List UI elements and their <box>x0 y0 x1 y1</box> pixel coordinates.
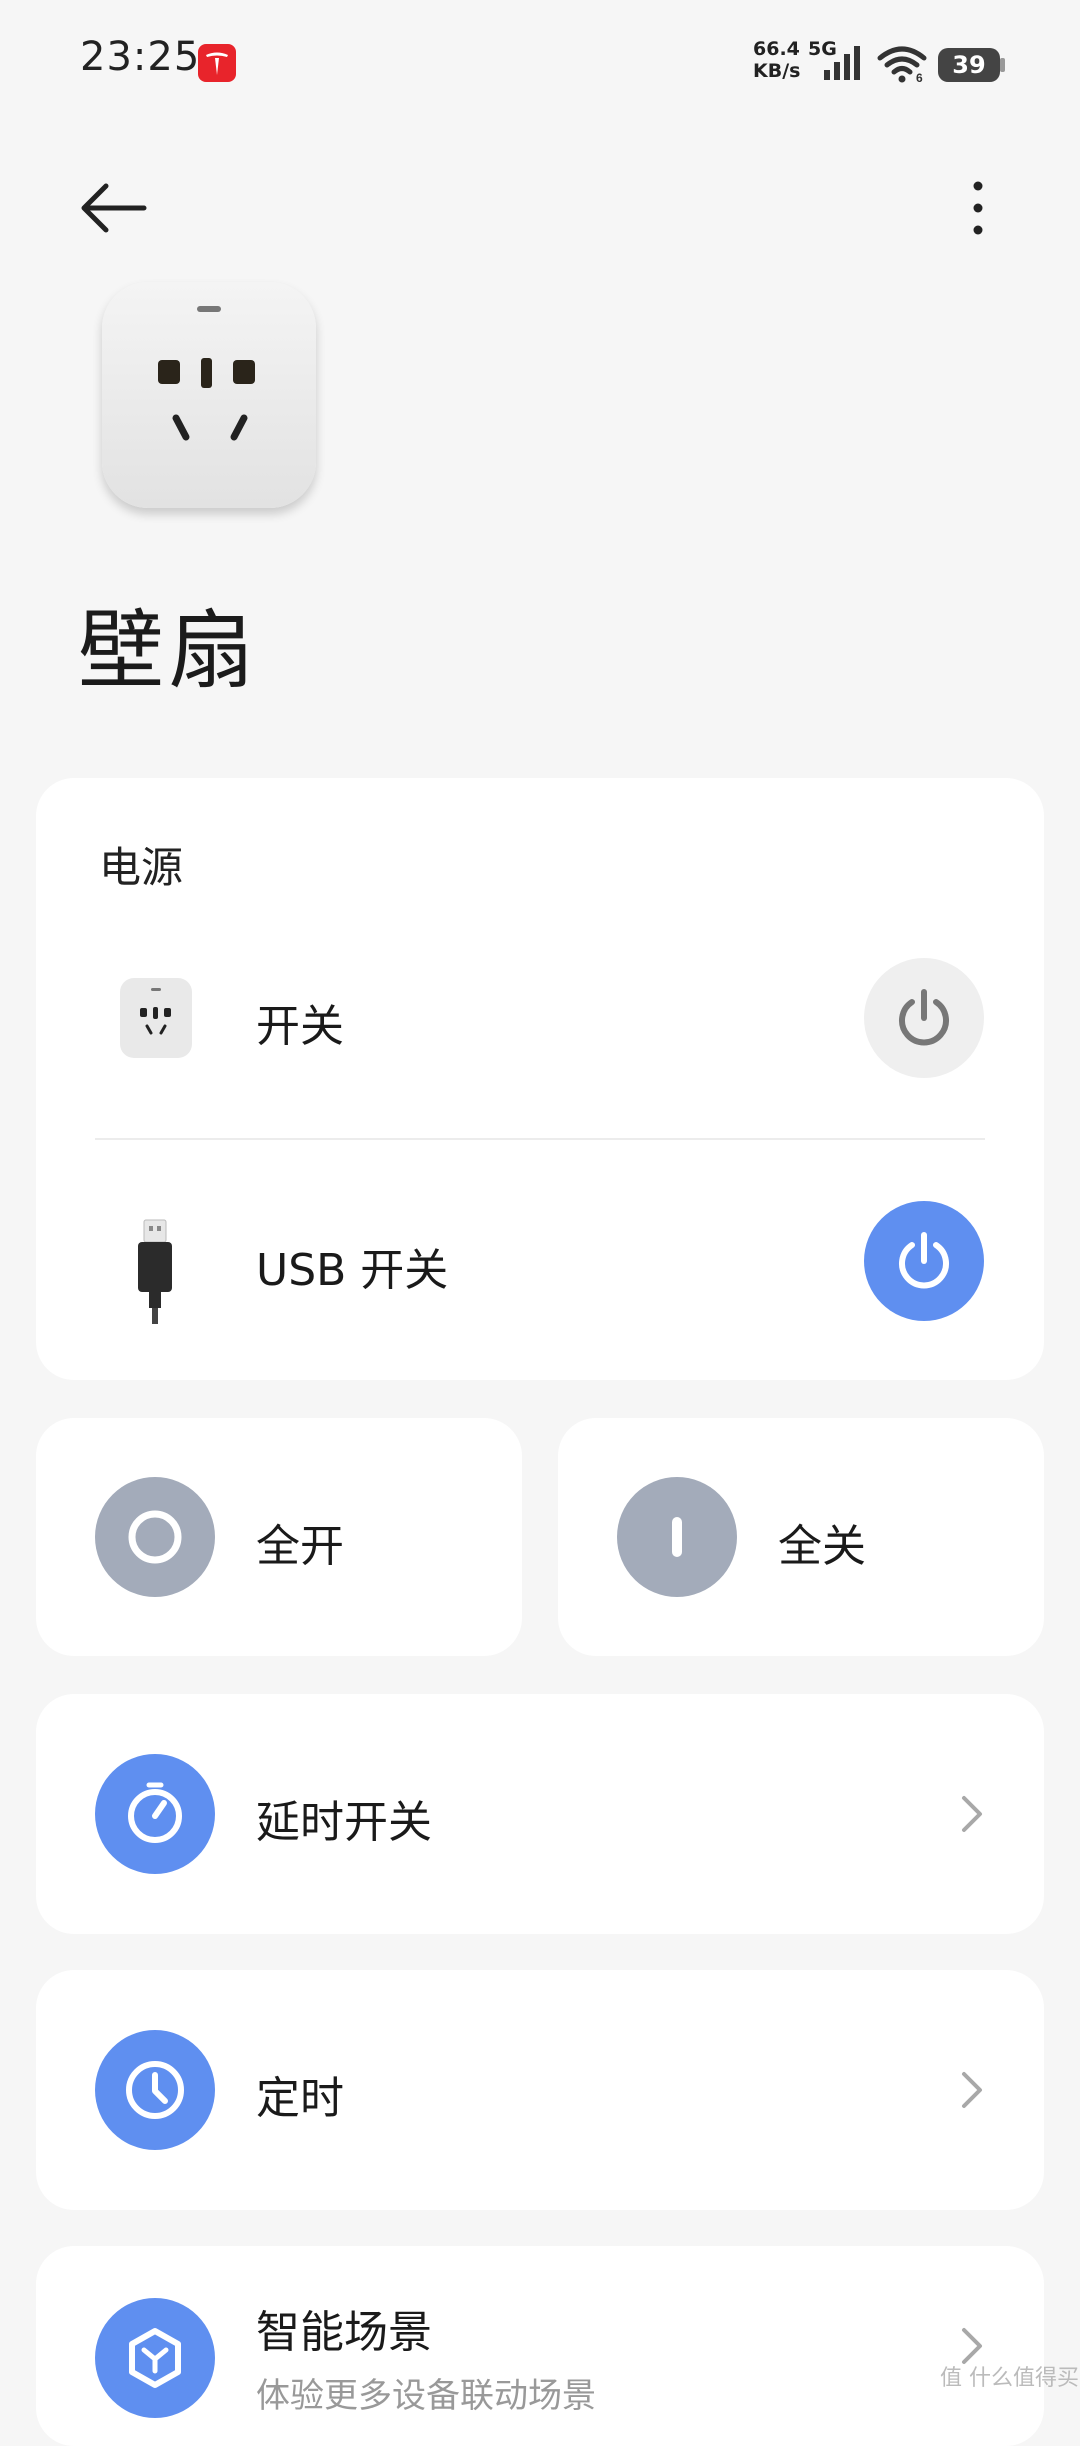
socket-icon <box>120 978 192 1058</box>
all-off-button[interactable]: 全关 <box>558 1418 1044 1656</box>
all-on-button[interactable]: 全开 <box>36 1418 522 1656</box>
more-vertical-icon[interactable] <box>960 176 996 240</box>
delay-label: 延时开关 <box>256 1797 432 1848</box>
wifi-icon: 6 <box>877 46 927 84</box>
tesla-app-icon <box>198 44 236 82</box>
usb-icon <box>138 1219 172 1324</box>
timer-label: 定时 <box>256 2073 344 2124</box>
timer-row[interactable]: 定时 <box>36 1970 1044 2210</box>
power-icon <box>899 989 949 1046</box>
speed-unit: KB/s <box>753 60 801 82</box>
scene-label: 智能场景 <box>256 2307 432 2358</box>
battery-tip <box>1000 58 1005 72</box>
device-image <box>102 282 316 508</box>
speed-value: 66.4 <box>753 38 800 60</box>
row-divider <box>95 1138 985 1140</box>
svg-text:6: 6 <box>916 71 923 84</box>
device-title: 壁扇 <box>78 601 258 701</box>
all-on-label: 全开 <box>256 1521 344 1572</box>
delay-switch-row[interactable]: 延时开关 <box>36 1694 1044 1934</box>
chevron-right-icon <box>962 1796 982 1832</box>
switch-power-button[interactable] <box>864 958 984 1078</box>
socket-image-icon <box>158 306 255 441</box>
all-off-label: 全关 <box>778 1521 866 1572</box>
switch-label: 开关 <box>256 1001 344 1052</box>
battery-icon: 39 <box>938 48 1000 82</box>
section-label-power: 电源 <box>99 843 184 892</box>
scene-subtitle: 体验更多设备联动场景 <box>256 2376 596 2416</box>
chevron-right-icon <box>962 2072 982 2108</box>
network-speed: 66.4 KB/s <box>753 38 800 82</box>
watermark: 值 什么值得买 <box>940 2366 1079 2391</box>
status-time: 23:25 <box>80 34 201 80</box>
smart-scene-row[interactable]: 智能场景 体验更多设备联动场景 <box>36 2246 1044 2446</box>
stopwatch-icon <box>95 1754 215 1874</box>
bar-off-icon <box>617 1477 737 1597</box>
scene-hex-icon <box>95 2298 215 2418</box>
usb-power-button[interactable] <box>864 1201 984 1321</box>
power-icon <box>899 1232 949 1289</box>
clock-icon <box>95 2030 215 2150</box>
back-arrow-icon[interactable] <box>78 180 148 236</box>
circle-on-icon <box>95 1477 215 1597</box>
usb-switch-label: USB 开关 <box>256 1245 449 1296</box>
signal-icon <box>824 46 860 80</box>
